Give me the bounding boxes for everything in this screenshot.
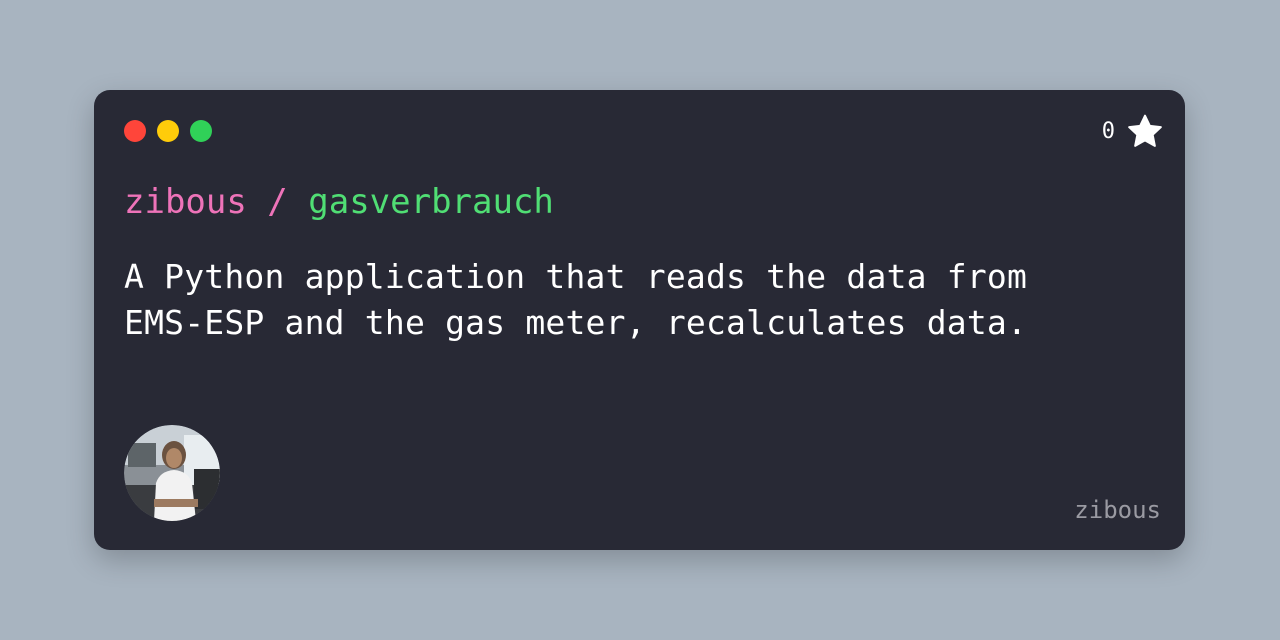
repo-separator: / [246, 182, 309, 222]
repo-description: A Python application that reads the data… [124, 257, 1028, 342]
star-icon [1128, 114, 1162, 147]
user-avatar[interactable] [124, 425, 220, 521]
repo-card: 0 zibous / gasverbrauch A Python applica… [94, 90, 1185, 550]
window-controls [124, 120, 212, 142]
star-counter[interactable]: 0 [1102, 112, 1165, 152]
star-count: 0 [1101, 119, 1115, 144]
author-name[interactable]: zibous [1074, 496, 1161, 524]
minimize-dot [157, 120, 179, 142]
maximize-dot [190, 120, 212, 142]
close-dot [124, 120, 146, 142]
repo-name[interactable]: gasverbrauch [308, 182, 554, 222]
repo-owner[interactable]: zibous [124, 182, 247, 222]
repo-title[interactable]: zibous / gasverbrauch [124, 178, 554, 226]
